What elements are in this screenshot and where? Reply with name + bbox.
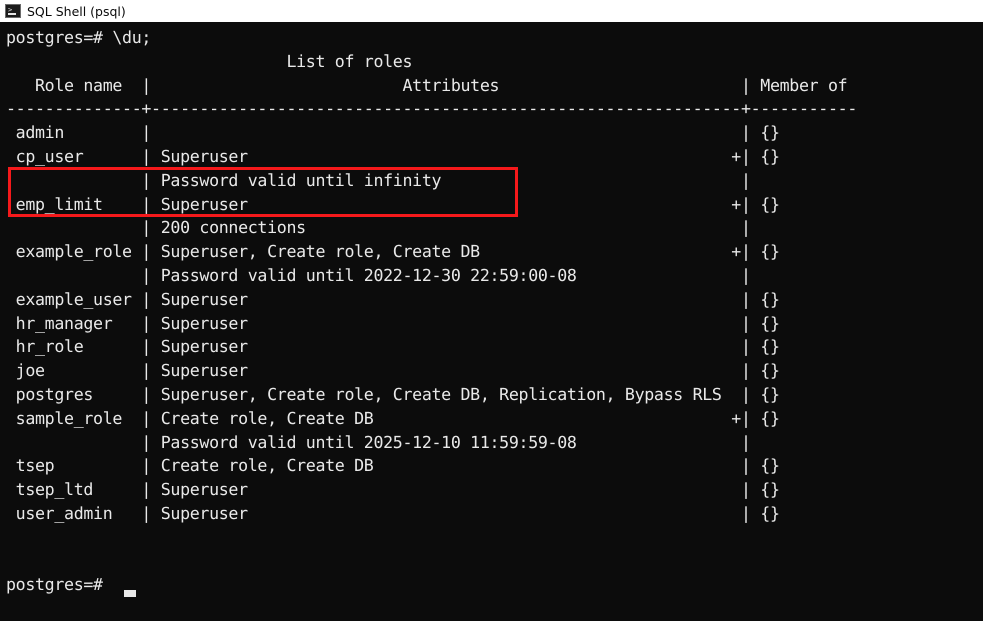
window-title-bar[interactable]: > SQL Shell (psql): [0, 0, 983, 22]
console-icon: >: [5, 4, 21, 18]
window-title-text: SQL Shell (psql): [27, 3, 126, 19]
terminal-cursor: [124, 590, 136, 597]
console-icon-bar: [8, 13, 16, 15]
terminal-output-area[interactable]: postgres=# \du; List of roles Role name …: [0, 22, 983, 621]
psql-console-text: postgres=# \du; List of roles Role name …: [6, 28, 857, 595]
sql-shell-window: > SQL Shell (psql) postgres=# \du; List …: [0, 0, 983, 621]
